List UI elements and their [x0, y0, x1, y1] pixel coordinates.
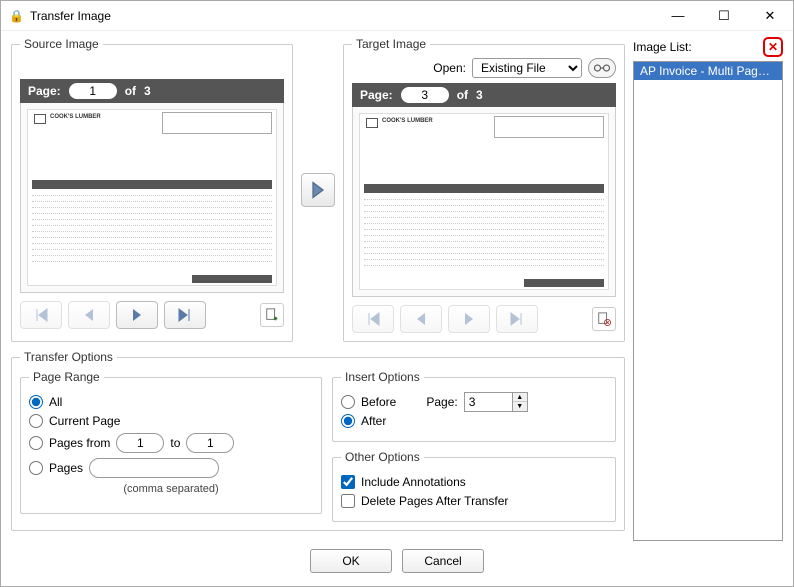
radio-current[interactable]: [29, 414, 43, 428]
target-last-button[interactable]: [496, 305, 538, 333]
source-preview: COOK'S LUMBER: [20, 103, 284, 293]
target-prev-button[interactable]: [400, 305, 442, 333]
page-label: Page:: [360, 88, 393, 102]
other-options-legend: Other Options: [341, 450, 424, 464]
binoculars-icon: [593, 62, 611, 74]
source-prev-button[interactable]: [68, 301, 110, 329]
transfer-options-legend: Transfer Options: [20, 350, 117, 364]
list-item[interactable]: AP Invoice - Multi Page.pdf: [634, 62, 782, 80]
source-image-group: Source Image Page: 1 of 3 COOK'S LUMBER: [11, 37, 293, 342]
source-add-page-button[interactable]: [260, 303, 284, 327]
close-button[interactable]: ✕: [747, 1, 793, 31]
check-delete-after[interactable]: [341, 494, 355, 508]
radio-pages-label: Pages: [49, 461, 83, 475]
page-range-group: Page Range All Current Page Pages from t…: [20, 370, 322, 514]
radio-before[interactable]: [341, 395, 355, 409]
target-page-input[interactable]: 3: [401, 87, 449, 103]
source-next-button[interactable]: [116, 301, 158, 329]
comma-separated-note: (comma separated): [29, 483, 313, 495]
ok-button[interactable]: OK: [310, 549, 392, 573]
radio-after-label: After: [361, 414, 386, 428]
target-first-button[interactable]: [352, 305, 394, 333]
to-label: to: [170, 436, 180, 450]
target-page-header: Page: 3 of 3: [352, 83, 616, 107]
radio-current-label: Current Page: [49, 414, 120, 428]
lock-icon: 🔒: [9, 9, 24, 23]
insert-options-legend: Insert Options: [341, 370, 424, 384]
other-options-group: Other Options Include Annotations Delete…: [332, 450, 616, 522]
radio-pages[interactable]: [29, 461, 43, 475]
source-legend: Source Image: [20, 37, 103, 51]
radio-all-row[interactable]: All: [29, 395, 313, 409]
pages-to-input[interactable]: [186, 433, 234, 453]
transfer-options-group: Transfer Options Page Range All Current …: [11, 350, 625, 531]
window-title: Transfer Image: [30, 9, 655, 23]
image-list[interactable]: AP Invoice - Multi Page.pdf: [633, 61, 783, 541]
check-delete-label: Delete Pages After Transfer: [361, 494, 508, 508]
radio-all[interactable]: [29, 395, 43, 409]
radio-after[interactable]: [341, 414, 355, 428]
target-image-group: Target Image Open: Existing File Page: 3…: [343, 37, 625, 342]
target-remove-page-button[interactable]: [592, 307, 616, 331]
maximize-button[interactable]: ☐: [701, 1, 747, 31]
page-range-legend: Page Range: [29, 370, 104, 384]
check-include-annotations[interactable]: [341, 475, 355, 489]
minimize-button[interactable]: ―: [655, 1, 701, 31]
titlebar: 🔒 Transfer Image ― ☐ ✕: [1, 1, 793, 31]
open-label: Open:: [433, 61, 466, 75]
radio-before-row[interactable]: Before: [341, 395, 396, 409]
target-next-button[interactable]: [448, 305, 490, 333]
spin-down[interactable]: ▼: [513, 402, 527, 411]
source-first-button[interactable]: [20, 301, 62, 329]
radio-before-label: Before: [361, 395, 396, 409]
radio-from-row[interactable]: Pages from to: [29, 433, 313, 453]
browse-button[interactable]: [588, 58, 616, 78]
close-icon: ✕: [768, 40, 778, 54]
insert-options-group: Insert Options Before After: [332, 370, 616, 442]
of-label: of: [457, 88, 468, 102]
source-page-total: 3: [144, 84, 151, 98]
image-list-remove-button[interactable]: ✕: [763, 37, 783, 57]
transfer-arrow-button[interactable]: [301, 173, 335, 207]
image-list-label: Image List:: [633, 40, 763, 54]
page-label: Page:: [28, 84, 61, 98]
of-label: of: [125, 84, 136, 98]
cancel-button[interactable]: Cancel: [402, 549, 484, 573]
target-preview: COOK'S LUMBER: [352, 107, 616, 297]
radio-all-label: All: [49, 395, 62, 409]
insert-page-label: Page:: [426, 395, 457, 409]
spin-up[interactable]: ▲: [513, 393, 527, 402]
pages-list-input[interactable]: [89, 458, 219, 478]
radio-current-row[interactable]: Current Page: [29, 414, 313, 428]
source-page-header: Page: 1 of 3: [20, 79, 284, 103]
check-include-row[interactable]: Include Annotations: [341, 475, 607, 489]
open-select[interactable]: Existing File: [472, 58, 582, 78]
source-last-button[interactable]: [164, 301, 206, 329]
radio-after-row[interactable]: After: [341, 414, 396, 428]
target-page-total: 3: [476, 88, 483, 102]
insert-page-spinner[interactable]: ▲ ▼: [464, 392, 528, 412]
radio-from-label: Pages from: [49, 436, 110, 450]
radio-pages-from[interactable]: [29, 436, 43, 450]
check-include-label: Include Annotations: [361, 475, 466, 489]
insert-page-input[interactable]: [464, 392, 512, 412]
source-page-input[interactable]: 1: [69, 83, 117, 99]
target-doc-company: COOK'S LUMBER: [382, 118, 433, 124]
pages-from-input[interactable]: [116, 433, 164, 453]
source-doc-company: COOK'S LUMBER: [50, 114, 101, 120]
check-delete-row[interactable]: Delete Pages After Transfer: [341, 494, 607, 508]
target-legend: Target Image: [352, 37, 430, 51]
radio-pages-row[interactable]: Pages: [29, 458, 313, 478]
